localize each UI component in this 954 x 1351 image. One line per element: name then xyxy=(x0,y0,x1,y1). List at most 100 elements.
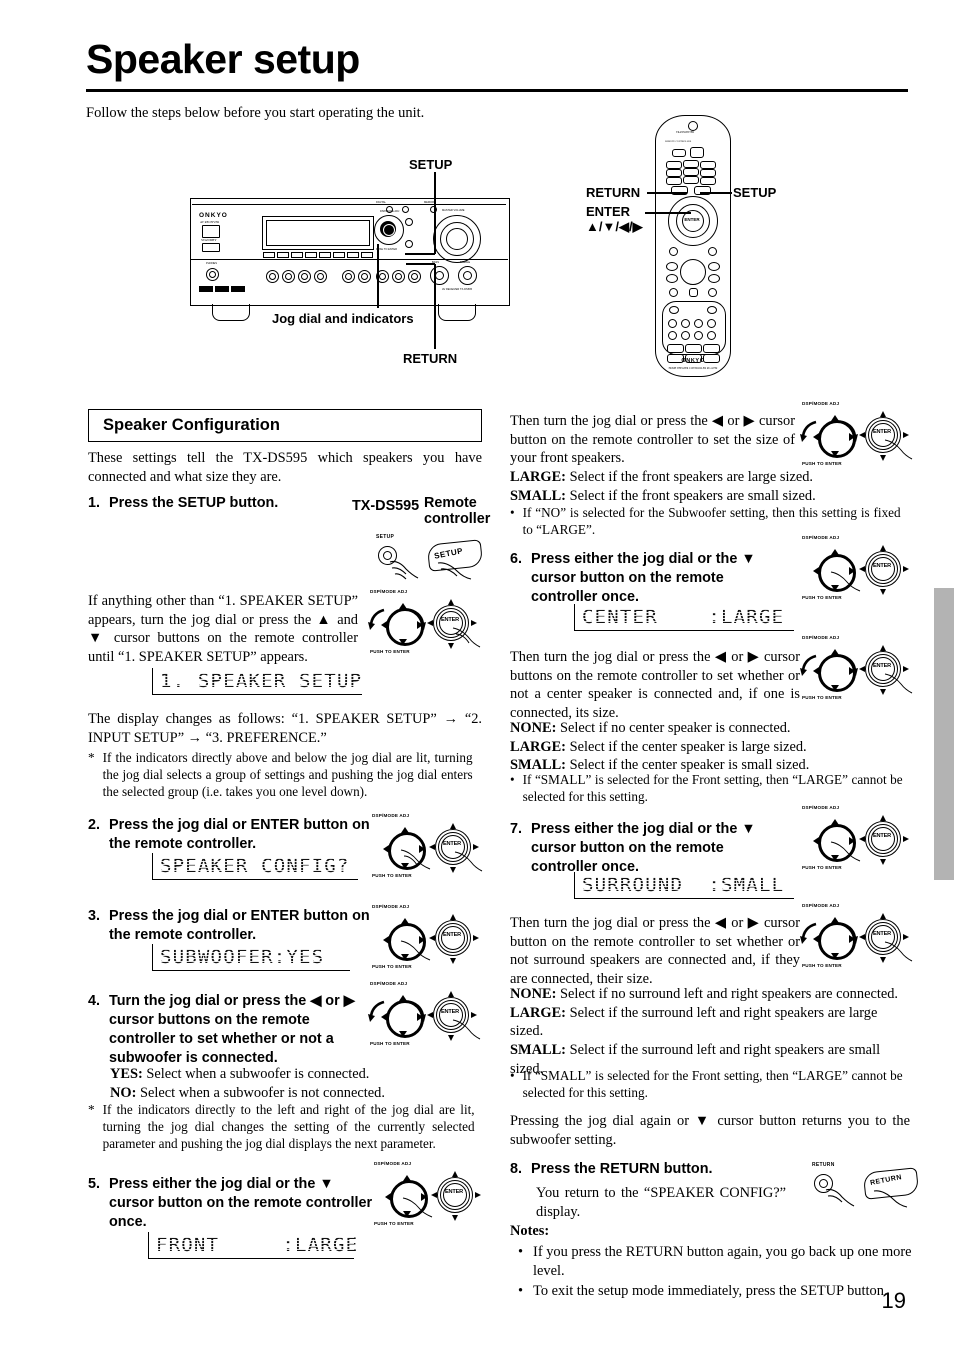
jog-bottom-label: PUSH TO ENTER xyxy=(802,595,842,600)
step-4-footnote: If the indicators directly to the left a… xyxy=(102,1102,475,1151)
enter-cursor-icon: ENTER xyxy=(859,545,909,595)
callout-setup-remote: SETUP xyxy=(733,185,777,200)
lcd-display-5: CENTER :LARGE xyxy=(574,604,794,631)
format-logos xyxy=(199,286,245,292)
option-key: SMALL: xyxy=(510,487,566,504)
setup-button-graphic xyxy=(405,218,413,226)
step-2-number: 2. xyxy=(88,817,101,833)
setup-icon-label: SETUP xyxy=(376,534,395,540)
rotate-right-arrow-icon xyxy=(841,922,858,944)
step-5-text: Press either the jog dial or the ▼ curso… xyxy=(109,1176,373,1231)
jog-enter-icon-pair: DSP/MODE ADJ PUSH TO ENTER ENTER xyxy=(368,589,481,654)
step-3-number: 3. xyxy=(88,908,101,924)
step-1-heading: 1. Press the SETUP button. xyxy=(88,494,482,513)
surround-option-large: LARGE: Select if the surround left and r… xyxy=(510,1004,910,1041)
callout-cursor-remote: ▲/▼/◀/▶ xyxy=(586,219,643,234)
lcd-text: SURROUND :SMALL xyxy=(575,874,784,896)
step-4-option-yes: YES: Select when a subwoofer is connecte… xyxy=(110,1065,480,1084)
jog-enter-icon-pair: DSP/MODE ADJ PUSH TO ENTER ENTER xyxy=(372,1161,484,1226)
front-option-small: SMALL: Select if the front speakers are … xyxy=(510,487,910,506)
lcd-text: CENTER :LARGE xyxy=(575,606,784,628)
step-7-closing: Pressing the jog dial again or ▼ cursor … xyxy=(510,1113,910,1148)
option-text: Select if the center speaker is large si… xyxy=(565,738,807,755)
jog-enter-icon-pair: DSP/MODE ADJ PUSH TO ENTER ENTER xyxy=(368,981,481,1046)
remote-setup-button xyxy=(694,186,711,195)
jog-enter-icon-pair: DSP/MODE ADJ PUSH TO ENTER ENTER xyxy=(800,535,912,600)
jog-top-label: DSP/MODE ADJ xyxy=(372,904,410,909)
bullet-marker: • xyxy=(518,1244,524,1260)
jog-top-label: DSP/MODE ADJ xyxy=(802,635,840,640)
door-graphic xyxy=(202,243,220,252)
jog-bottom-label: PUSH TO ENTER xyxy=(802,461,842,466)
rotate-right-arrow-icon xyxy=(841,420,858,442)
hand-icon xyxy=(873,1190,908,1208)
front-option-large: LARGE: Select if the front speakers are … xyxy=(510,468,910,487)
enter-icon-label: ENTER xyxy=(443,932,461,938)
receiver-brand-logo: ONKYO xyxy=(199,212,228,219)
intro-text: Follow the steps below before you start … xyxy=(86,105,425,121)
bullet-marker: • xyxy=(510,1068,515,1083)
jog-top-label: DSP/MODE ADJ xyxy=(802,903,840,908)
jog-top-label: DSP/MODE ADJ xyxy=(370,981,408,986)
enter-cursor-icon: ENTER xyxy=(429,914,479,964)
section-header-label: Speaker Configuration xyxy=(103,416,280,434)
callout-enter-remote: ENTER xyxy=(586,204,631,219)
jog-bottom-label: PUSH TO ENTER xyxy=(372,964,412,969)
jog-bottom-label: PUSH TO ENTER xyxy=(802,865,842,870)
jog-bottom-label: PUSH TO ENTER xyxy=(370,649,410,654)
rotate-left-arrow-icon xyxy=(800,654,817,676)
step-1-after-text: The display changes as follows: “1. SPEA… xyxy=(88,711,482,746)
device-label: TX-DS595 xyxy=(352,498,420,514)
option-text: Select if no center speaker is connected… xyxy=(556,720,791,736)
page-title: Speaker setup xyxy=(86,36,360,82)
return-button-icon-pair: RETURN RETURN xyxy=(808,1160,924,1208)
step-7-body: Then turn the jog dial or press the ◀ or… xyxy=(510,915,800,988)
step-1-text: Press the SETUP button. xyxy=(109,495,279,511)
option-key: NONE: xyxy=(510,986,557,1002)
hand-icon xyxy=(400,849,431,870)
return-icon-label: RETURN xyxy=(812,1162,835,1168)
return-button-graphic xyxy=(405,240,413,248)
rotate-right-arrow-icon xyxy=(841,654,858,676)
step-5-number: 5. xyxy=(88,1176,101,1192)
side-thumb-tab xyxy=(934,588,954,880)
enter-icon-label: ENTER xyxy=(873,663,891,669)
callout-return-receiver: RETURN xyxy=(403,351,458,366)
hand-icon xyxy=(389,560,419,580)
option-key: LARGE: xyxy=(510,738,566,755)
surround-bullet-note: If “SMALL” is selected for the Front set… xyxy=(522,1068,903,1100)
lcd-text: SUBWOOFER:YES xyxy=(153,946,324,968)
jog-top-label: DSP/MODE ADJ xyxy=(802,535,840,540)
option-key: NO: xyxy=(110,1084,137,1101)
lcd-text: FRONT :LARGE xyxy=(149,1234,358,1256)
hand-icon xyxy=(454,851,483,872)
option-text: Select if the front speakers are large s… xyxy=(565,469,814,485)
step-1-footnote: If the indicators directly above and bel… xyxy=(102,750,473,799)
hand-icon xyxy=(884,439,913,460)
step-3-text: Press the jog dial or ENTER button on th… xyxy=(109,908,370,944)
hand-icon xyxy=(452,627,481,648)
enter-icon-label: ENTER xyxy=(873,429,891,435)
power-button-graphic xyxy=(202,225,220,238)
hand-icon xyxy=(402,1197,433,1218)
receiver-button-row xyxy=(263,252,378,258)
option-key: YES: xyxy=(110,1066,143,1082)
option-text: Select when a subwoofer is connected. xyxy=(142,1066,370,1082)
hand-icon xyxy=(825,1188,855,1207)
notes-title: Notes: xyxy=(510,1223,550,1239)
rotate-left-arrow-icon xyxy=(800,922,817,944)
bullet-marker: • xyxy=(510,772,515,787)
step-8-number: 8. xyxy=(510,1161,523,1177)
lcd-display-1: 1. SPEAKER SETUP xyxy=(152,668,362,695)
option-key: LARGE: xyxy=(510,1004,566,1021)
section-intro: These settings tell the TX-DS595 which s… xyxy=(88,450,482,485)
step-4-text: Turn the jog dial or press the ◀ or ▶ cu… xyxy=(109,993,355,1067)
note-marker: * xyxy=(88,1102,95,1117)
enter-cursor-icon: ENTER xyxy=(431,1171,481,1221)
section-header-box: Speaker Configuration xyxy=(88,409,482,442)
lcd-text: 1. SPEAKER SETUP xyxy=(153,670,362,692)
hand-icon xyxy=(884,673,913,694)
jog-bottom-label: PUSH TO ENTER xyxy=(372,873,412,878)
jog-bottom-label: PUSH TO ENTER xyxy=(802,963,842,968)
lcd-display-2: SPEAKER CONFIG? xyxy=(152,853,358,880)
